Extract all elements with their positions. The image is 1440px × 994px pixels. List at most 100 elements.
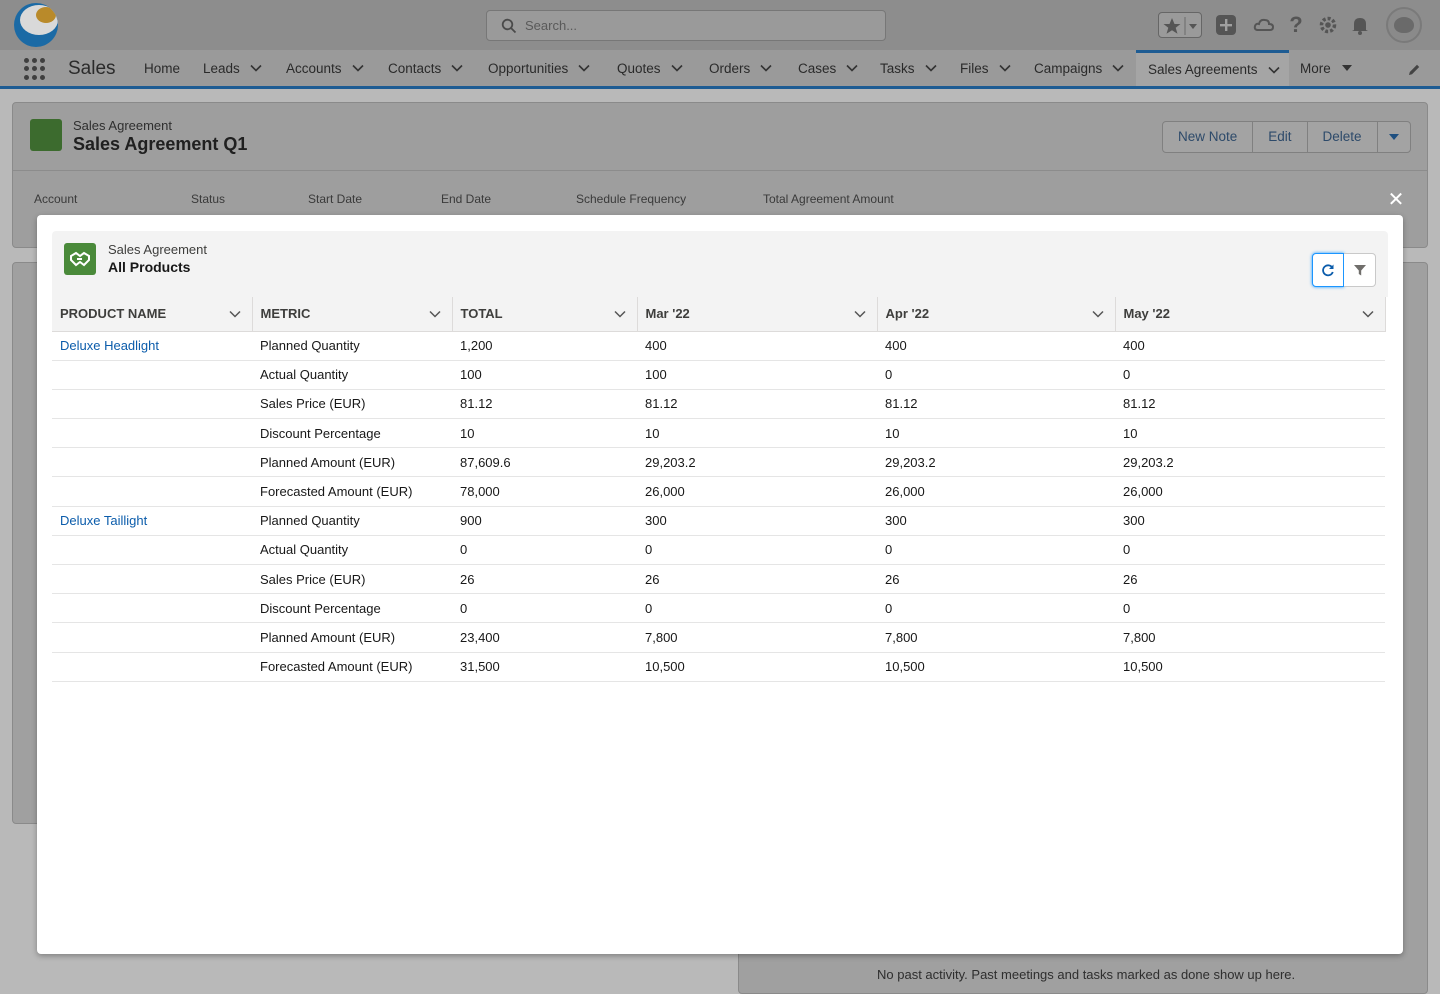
chevron-down-icon[interactable] — [1267, 63, 1281, 77]
nav-item-leads[interactable]: Leads — [203, 50, 263, 86]
global-actions-button[interactable] — [1213, 12, 1239, 38]
chevron-down-icon[interactable] — [228, 307, 242, 321]
may-cell: 26 — [1115, 564, 1385, 595]
chevron-down-icon[interactable] — [1091, 307, 1105, 321]
activity-empty-text: No past activity. Past meetings and task… — [877, 967, 1296, 982]
field-label-end-date: End Date — [441, 192, 492, 206]
chevron-down-icon[interactable] — [450, 61, 464, 75]
bell-icon — [1352, 18, 1368, 35]
chevron-down-icon[interactable] — [249, 61, 263, 75]
may-cell: 400 — [1115, 331, 1385, 361]
apr-cell: 7,800 — [877, 622, 1115, 653]
column-header-metric[interactable]: METRIC — [252, 297, 453, 332]
apr-cell: 10 — [877, 418, 1115, 449]
global-search[interactable]: Search... — [486, 10, 886, 41]
product-name-cell — [52, 389, 252, 420]
divider — [13, 170, 1427, 171]
nav-item-files[interactable]: Files — [960, 50, 1012, 86]
metric-cell: Discount Percentage — [252, 418, 452, 449]
table-row: Deluxe Headlight Planned Quantity 1,200 … — [52, 331, 1385, 361]
mar-cell: 400 — [637, 331, 877, 361]
nav-item-home[interactable]: Home — [144, 50, 180, 86]
field-label-start-date: Start Date — [308, 192, 363, 206]
close-modal-icon[interactable]: ✕ — [1386, 190, 1406, 210]
app-launcher-icon[interactable] — [24, 58, 46, 80]
nav-item-cases[interactable]: Cases — [798, 50, 859, 86]
metric-cell: Planned Quantity — [252, 506, 452, 536]
column-header-apr-22[interactable]: Apr '22 — [877, 297, 1116, 332]
delete-button[interactable]: Delete — [1308, 122, 1378, 152]
nav-item-contacts[interactable]: Contacts — [388, 50, 464, 86]
may-cell: 0 — [1115, 593, 1385, 624]
refresh-button[interactable] — [1312, 253, 1344, 287]
new-note-button[interactable]: New Note — [1163, 122, 1254, 152]
edit-button[interactable]: Edit — [1253, 122, 1308, 152]
global-header: Search... ? — [0, 0, 1440, 50]
may-cell: 0 — [1115, 360, 1385, 390]
mar-cell: 81.12 — [637, 389, 877, 420]
more-actions-button[interactable] — [1378, 122, 1410, 152]
nav-item-orders[interactable]: Orders — [709, 50, 773, 86]
modal-title: All Products — [108, 259, 191, 275]
nav-item-quotes[interactable]: Quotes — [617, 50, 684, 86]
column-header-mar-22[interactable]: Mar '22 — [637, 297, 878, 332]
total-cell: 900 — [452, 506, 637, 536]
chevron-down-icon[interactable] — [428, 307, 442, 321]
total-cell: 26 — [452, 564, 637, 595]
chevron-down-icon[interactable] — [1361, 307, 1375, 321]
chevron-down-icon[interactable] — [1111, 61, 1125, 75]
metric-cell: Planned Quantity — [252, 331, 452, 361]
mar-cell: 0 — [637, 593, 877, 624]
company-logo[interactable] — [14, 3, 58, 47]
may-cell: 29,203.2 — [1115, 447, 1385, 478]
table-row: Sales Price (EUR) 26 26 26 26 — [52, 564, 1385, 595]
table-row: Discount Percentage 10 10 10 10 — [52, 418, 1385, 449]
table-header-row: PRODUCT NAME METRIC TOTAL Mar '22 Apr '2… — [52, 297, 1386, 332]
trailhead-button[interactable] — [1251, 12, 1277, 38]
nav-item-more[interactable]: More — [1300, 50, 1354, 86]
nav-item-accounts[interactable]: Accounts — [286, 50, 365, 86]
column-header-may-22[interactable]: May '22 — [1115, 297, 1386, 332]
nav-item-sales-agreements[interactable]: Sales Agreements — [1136, 50, 1289, 86]
field-label-status: Status — [191, 192, 226, 206]
chevron-down-icon[interactable] — [759, 61, 773, 75]
product-name-cell — [52, 593, 252, 624]
table-row: Forecasted Amount (EUR) 31,500 10,500 10… — [52, 652, 1385, 682]
nav-item-opportunities[interactable]: Opportunities — [488, 50, 591, 86]
product-link-deluxe-headlight[interactable]: Deluxe Headlight — [60, 338, 159, 353]
metric-cell: Sales Price (EUR) — [252, 389, 452, 420]
favorites-button[interactable] — [1158, 12, 1202, 38]
chevron-down-icon[interactable] — [351, 61, 365, 75]
setup-button[interactable] — [1315, 12, 1341, 38]
chevron-down-icon[interactable] — [998, 61, 1012, 75]
table-row: Deluxe Taillight Planned Quantity 900 30… — [52, 506, 1385, 536]
apr-cell: 26 — [877, 564, 1115, 595]
column-header-total[interactable]: TOTAL — [452, 297, 638, 332]
record-name: Sales Agreement Q1 — [73, 134, 248, 154]
help-button[interactable]: ? — [1283, 12, 1309, 38]
nav-item-tasks[interactable]: Tasks — [880, 50, 938, 86]
table-row: Actual Quantity 0 0 0 0 — [52, 535, 1385, 566]
apr-cell: 400 — [877, 331, 1115, 361]
product-link-deluxe-taillight[interactable]: Deluxe Taillight — [60, 513, 147, 528]
nav-item-campaigns[interactable]: Campaigns — [1034, 50, 1125, 86]
chevron-down-icon[interactable] — [670, 61, 684, 75]
column-header-product-name[interactable]: PRODUCT NAME — [52, 297, 253, 332]
chevron-down-icon[interactable] — [924, 61, 938, 75]
chevron-down-icon[interactable] — [613, 307, 627, 321]
product-name-cell: Deluxe Headlight — [52, 331, 252, 361]
metric-cell: Discount Percentage — [252, 593, 452, 624]
product-name-cell — [52, 360, 252, 390]
user-avatar[interactable] — [1386, 7, 1422, 43]
handshake-icon — [64, 243, 96, 275]
mar-cell: 10,500 — [637, 652, 877, 682]
apr-cell: 0 — [877, 535, 1115, 566]
mar-cell: 10 — [637, 418, 877, 449]
chevron-down-icon[interactable] — [845, 61, 859, 75]
chevron-down-icon[interactable] — [577, 61, 591, 75]
edit-nav-pencil-icon[interactable] — [1406, 62, 1422, 78]
product-name-cell — [52, 652, 252, 682]
chevron-down-icon[interactable] — [853, 307, 867, 321]
notifications-button[interactable] — [1347, 12, 1373, 38]
filter-button[interactable] — [1344, 253, 1376, 287]
